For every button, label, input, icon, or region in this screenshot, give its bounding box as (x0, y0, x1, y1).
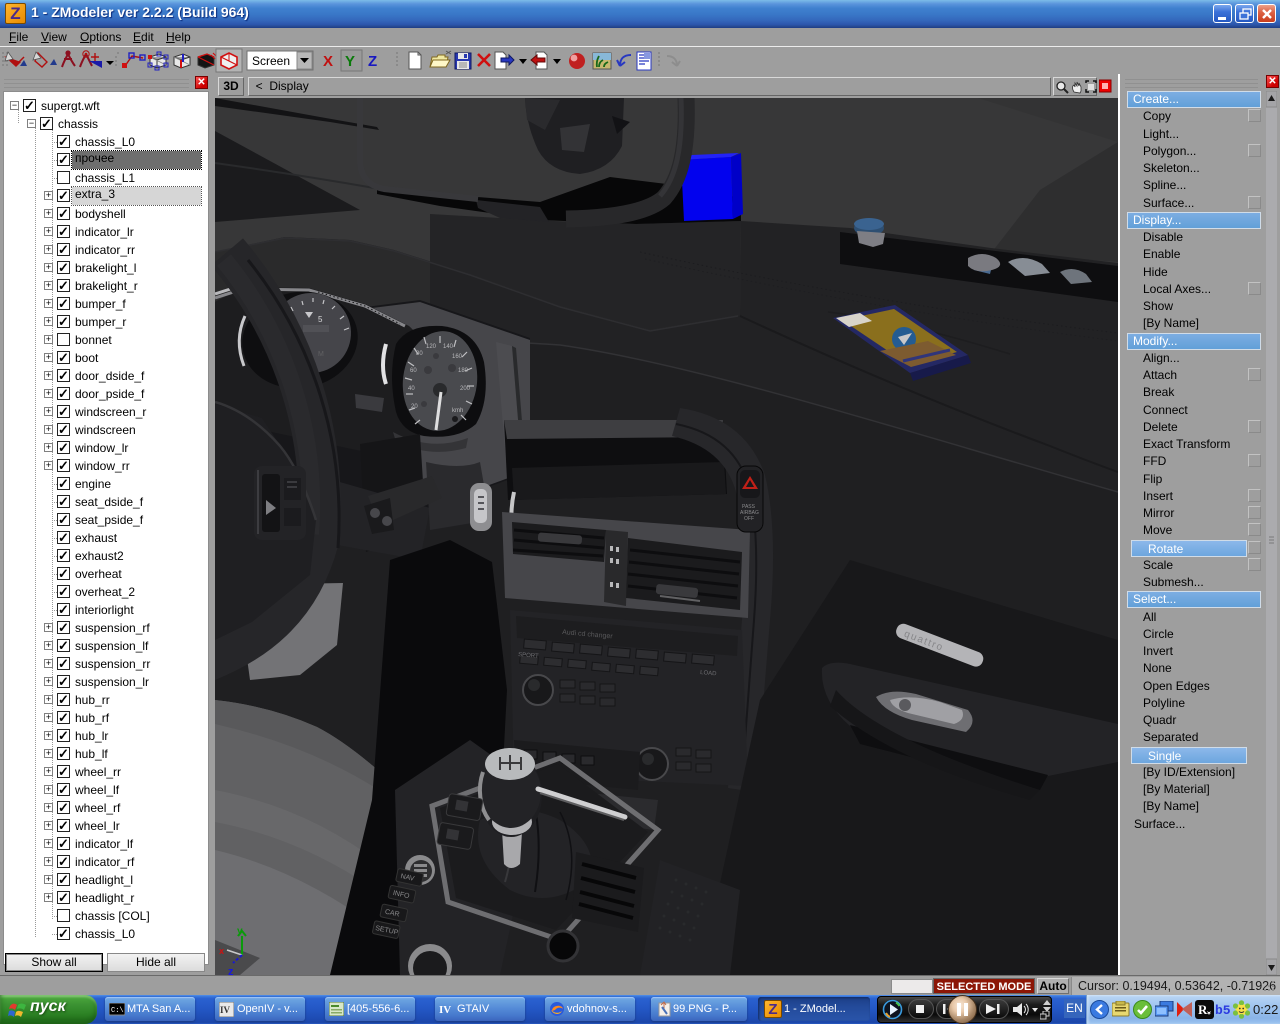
svg-text:120: 120 (426, 344, 437, 350)
svg-text:y: y (237, 926, 243, 937)
svg-text:180: 180 (458, 368, 469, 374)
svg-text:R: R (1198, 1002, 1208, 1017)
svg-text:kmh: kmh (452, 408, 463, 414)
svg-text:Screen: Screen (252, 54, 290, 68)
svg-text:X: X (323, 53, 333, 70)
svg-text:140: 140 (443, 344, 454, 350)
svg-text:Z: Z (368, 53, 377, 70)
svg-text:160: 160 (452, 354, 463, 360)
svg-text:M: M (318, 351, 324, 358)
svg-text:IV: IV (439, 1004, 451, 1015)
svg-text:80: 80 (416, 351, 423, 357)
svg-text:IV: IV (220, 1005, 231, 1015)
svg-text:200: 200 (460, 386, 471, 392)
svg-text:C:\: C:\ (111, 1007, 124, 1015)
svg-text:x: x (219, 946, 224, 956)
svg-text:OFF: OFF (744, 516, 754, 522)
svg-text:60: 60 (410, 368, 417, 374)
svg-text:5: 5 (318, 315, 323, 324)
svg-text:Y: Y (345, 53, 355, 70)
svg-text:z: z (228, 966, 234, 975)
svg-text:40: 40 (408, 386, 415, 392)
svg-text:b5: b5 (1215, 1003, 1230, 1017)
svg-text:20: 20 (411, 404, 418, 410)
